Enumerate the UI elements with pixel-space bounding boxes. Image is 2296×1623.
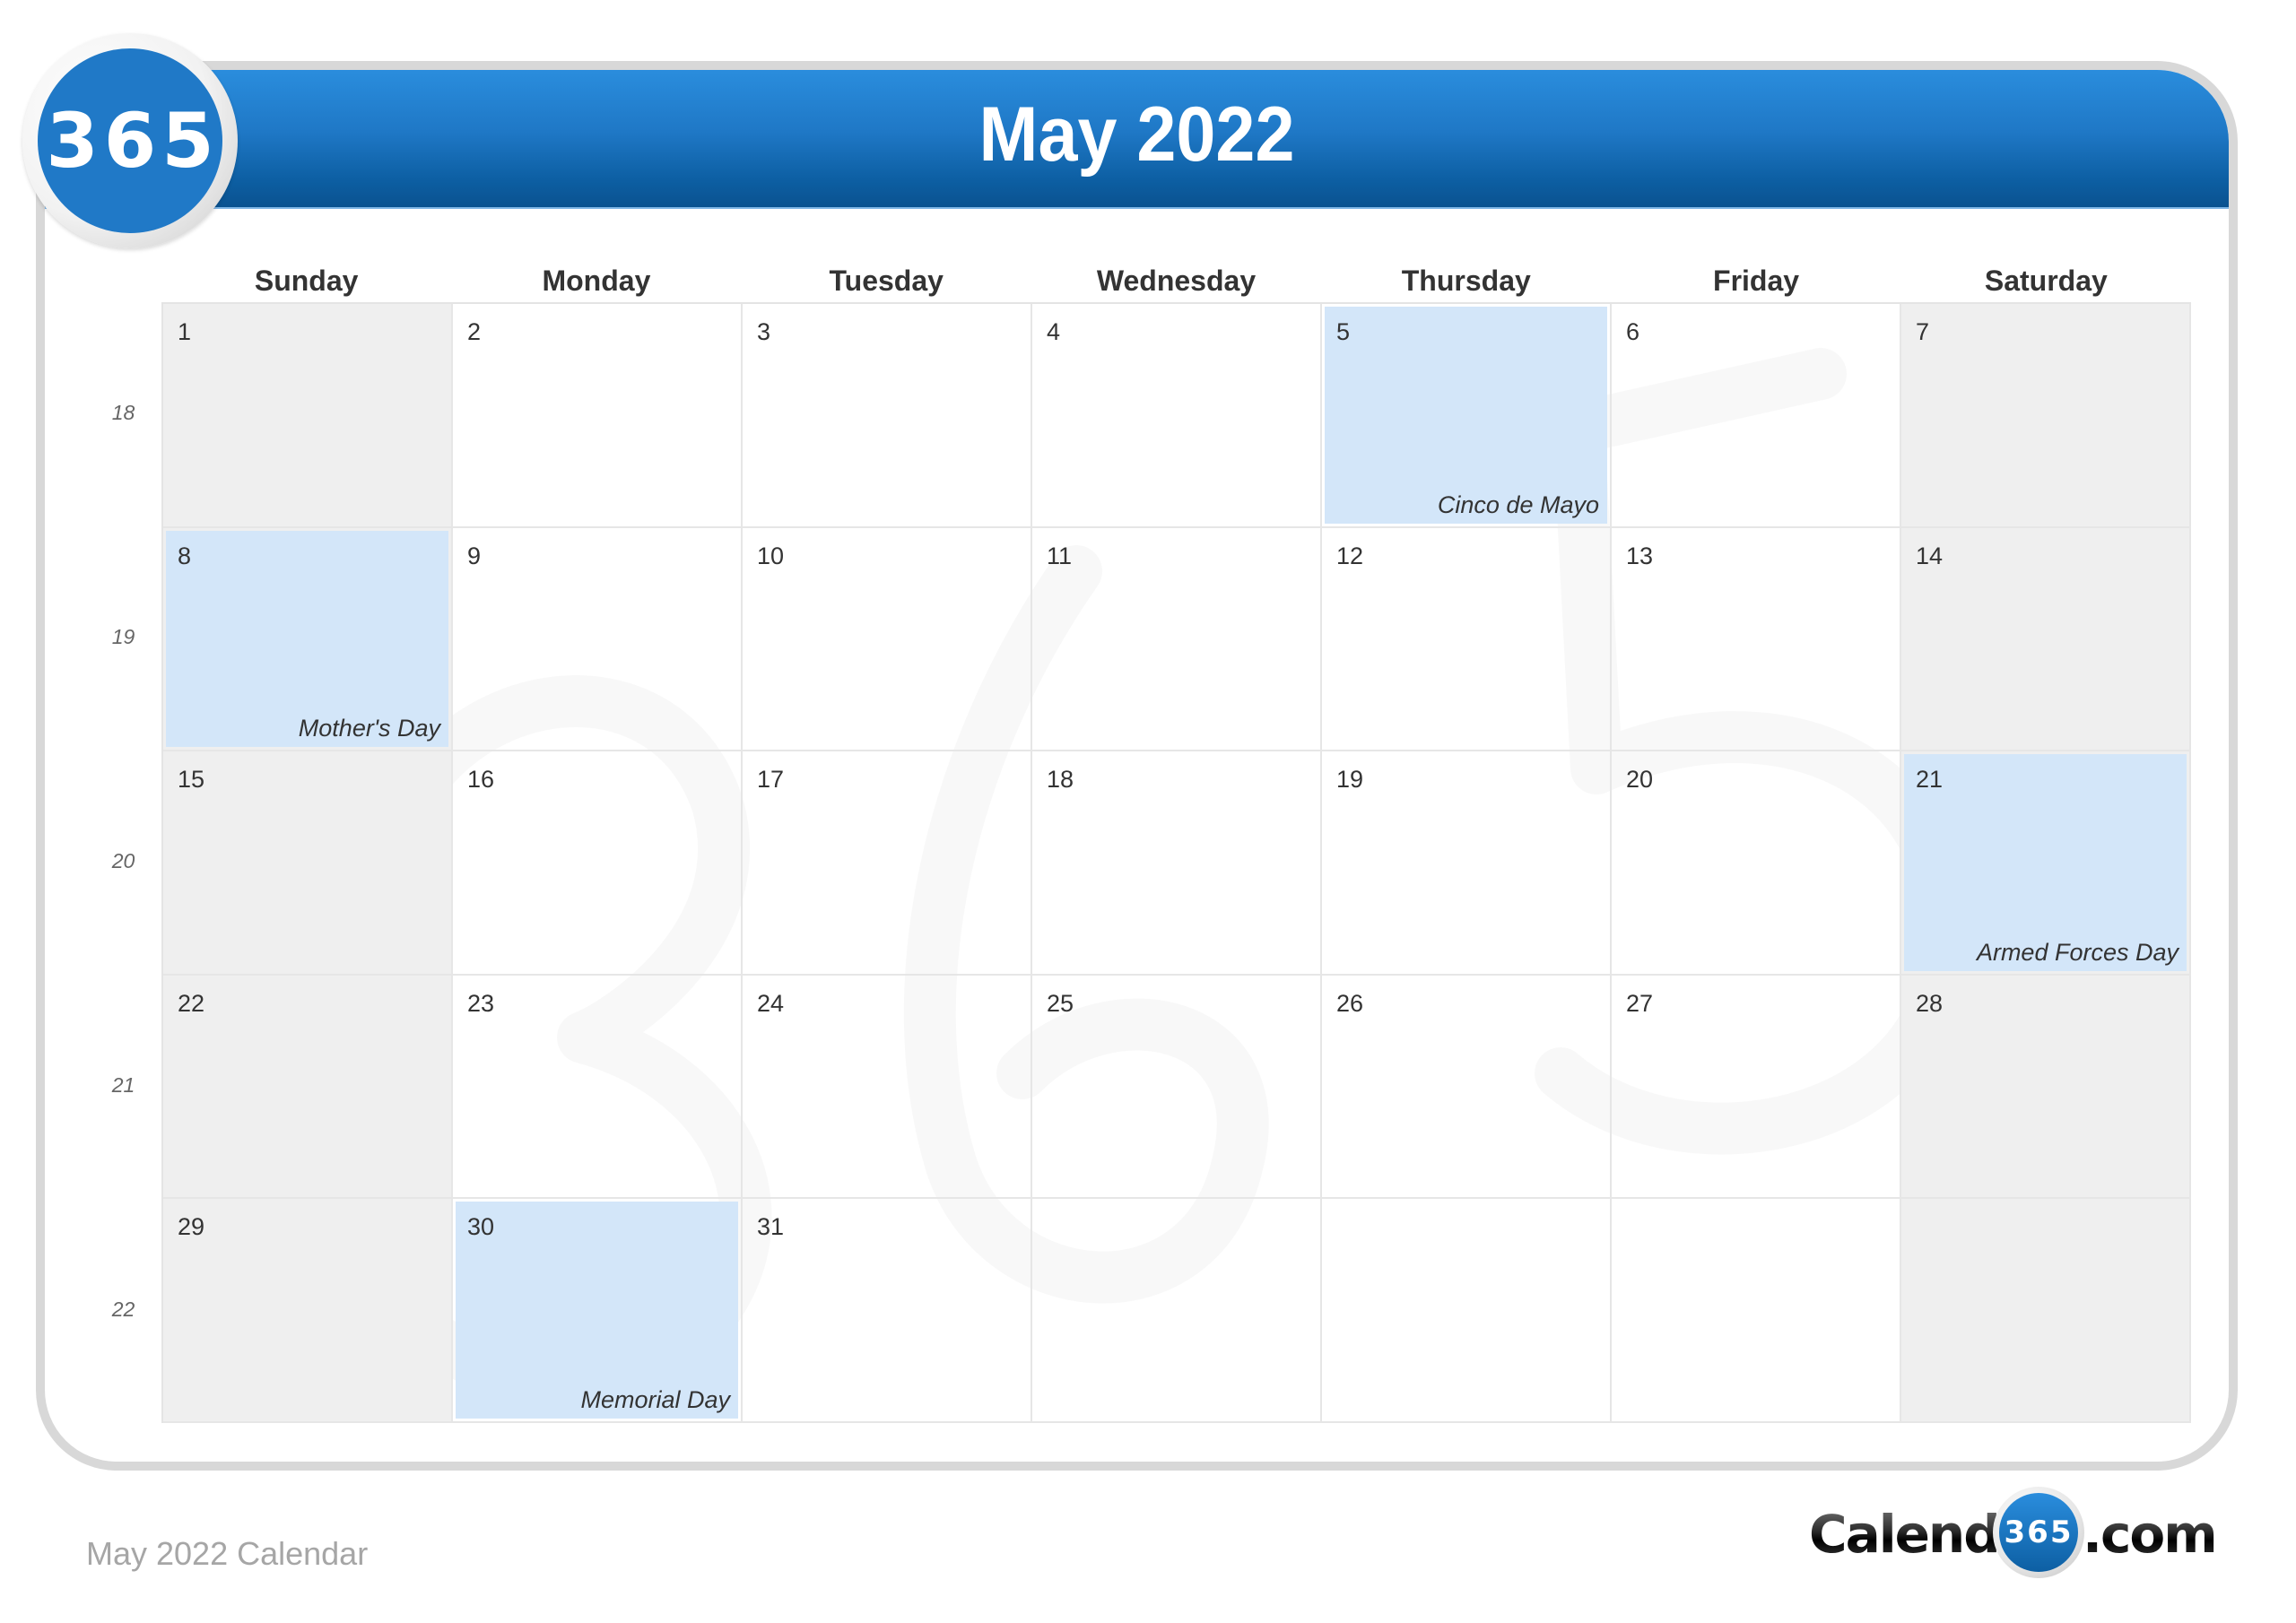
holiday-label: Cinco de Mayo	[1437, 490, 1599, 518]
logo-circle-inner: 365	[1999, 1493, 2078, 1572]
day-number: 29	[178, 1213, 205, 1241]
day-number: 10	[757, 542, 785, 569]
weekday-saturday: Saturday	[1984, 265, 2108, 297]
day-number: 17	[757, 766, 785, 794]
week-number: 22	[111, 1298, 135, 1321]
week-number: 21	[111, 1073, 135, 1097]
day-cell[interactable]: 30 Memorial Day	[453, 1199, 743, 1423]
weekday-sunday: Sunday	[254, 265, 359, 297]
week-number: 20	[111, 849, 135, 872]
day-cell[interactable]: 17	[743, 751, 1032, 976]
day-number: 8	[178, 542, 192, 569]
day-cell[interactable]: 29	[163, 1199, 453, 1423]
calendar-grid: 1 2 3 4 5 Cinco de Mayo 6 7 8 Mother's Day 9 10 11 12…	[161, 302, 2191, 1423]
day-cell[interactable]: 12	[1322, 527, 1612, 752]
day-number: 5	[1336, 318, 1351, 345]
weekday-tuesday: Tuesday	[829, 265, 944, 297]
day-cell[interactable]: 14	[1901, 527, 2191, 752]
day-cell[interactable]: 6	[1612, 304, 1901, 528]
logo-circle-icon: 365	[1993, 1487, 2084, 1578]
day-number: 6	[1626, 318, 1640, 345]
logo-badge-text: 365	[2004, 1515, 2074, 1550]
holiday-label: Memorial Day	[580, 1386, 730, 1413]
logo-text-right: .com	[2083, 1504, 2218, 1565]
holiday-label: Mother's Day	[298, 715, 440, 742]
day-number: 13	[1626, 542, 1654, 569]
weekday-wednesday: Wednesday	[1096, 265, 1257, 297]
day-cell[interactable]: 22	[163, 975, 453, 1200]
day-cell[interactable]: 27	[1612, 975, 1901, 1200]
day-number: 28	[1916, 989, 1944, 1017]
day-cell[interactable]: 3	[743, 304, 1032, 528]
badge-365-logo: 365	[22, 33, 238, 248]
day-cell[interactable]: 21 Armed Forces Day	[1901, 751, 2191, 976]
empty-day-cell	[1612, 1199, 1901, 1423]
day-number: 15	[178, 766, 205, 794]
empty-day-cell	[1032, 1199, 1322, 1423]
day-cell[interactable]: 15	[163, 751, 453, 976]
footer-caption: May 2022 Calendar	[86, 1535, 369, 1572]
day-number: 25	[1047, 989, 1074, 1017]
day-cell[interactable]: 10	[743, 527, 1032, 752]
day-number: 31	[757, 1213, 785, 1241]
week-number: 18	[111, 401, 135, 424]
day-cell[interactable]: 2	[453, 304, 743, 528]
header-band: May 2022	[45, 70, 2229, 209]
day-cell[interactable]: 1	[163, 304, 453, 528]
badge-inner-circle: 365	[38, 48, 222, 233]
day-cell[interactable]: 28	[1901, 975, 2191, 1200]
day-cell[interactable]: 26	[1322, 975, 1612, 1200]
day-number: 16	[467, 766, 495, 794]
day-number: 4	[1047, 318, 1061, 345]
day-number: 1	[178, 318, 192, 345]
day-cell[interactable]: 23	[453, 975, 743, 1200]
day-number: 24	[757, 989, 785, 1017]
holiday-label: Armed Forces Day	[1976, 938, 2179, 966]
day-cell[interactable]: 31	[743, 1199, 1032, 1423]
day-number: 22	[178, 989, 205, 1017]
day-cell[interactable]: 19	[1322, 751, 1612, 976]
day-cell[interactable]: 24	[743, 975, 1032, 1200]
day-cell[interactable]: 4	[1032, 304, 1322, 528]
day-cell[interactable]: 7	[1901, 304, 2191, 528]
calendar-365-logo[interactable]: Calendar- 365 .com	[1809, 1484, 2218, 1583]
badge-text: 365	[46, 97, 220, 185]
calendar-card: May 2022 18 19 20 21 22 Sunday Monday Tu…	[36, 61, 2238, 1471]
day-number: 11	[1047, 542, 1073, 569]
day-number: 27	[1626, 989, 1654, 1017]
week-numbers: 18 19 20 21 22	[90, 302, 157, 1423]
day-cell[interactable]: 25	[1032, 975, 1322, 1200]
day-number: 9	[467, 542, 482, 569]
day-number: 21	[1916, 766, 1944, 794]
week-number: 19	[111, 625, 135, 648]
day-number: 7	[1916, 318, 1930, 345]
day-number: 18	[1047, 766, 1074, 794]
day-cell[interactable]: 9	[453, 527, 743, 752]
day-cell[interactable]: 13	[1612, 527, 1901, 752]
weekday-monday: Monday	[542, 265, 651, 297]
weekday-header-row: Sunday Monday Tuesday Wednesday Thursday…	[161, 260, 2191, 301]
weekday-thursday: Thursday	[1401, 265, 1531, 297]
empty-day-cell	[1322, 1199, 1612, 1423]
day-cell[interactable]: 5 Cinco de Mayo	[1322, 304, 1612, 528]
day-number: 14	[1916, 542, 1944, 569]
day-cell[interactable]: 20	[1612, 751, 1901, 976]
empty-day-cell	[1901, 1199, 2191, 1423]
day-cell[interactable]: 11	[1032, 527, 1322, 752]
day-cell[interactable]: 18	[1032, 751, 1322, 976]
month-title: May 2022	[978, 91, 1295, 178]
day-number: 30	[467, 1213, 495, 1241]
day-number: 2	[467, 318, 482, 345]
day-cell[interactable]: 16	[453, 751, 743, 976]
day-number: 23	[467, 989, 495, 1017]
day-cell[interactable]: 8 Mother's Day	[163, 527, 453, 752]
day-number: 3	[757, 318, 771, 345]
day-number: 12	[1336, 542, 1364, 569]
day-number: 20	[1626, 766, 1654, 794]
day-number: 19	[1336, 766, 1364, 794]
day-number: 26	[1336, 989, 1364, 1017]
weekday-friday: Friday	[1713, 265, 1800, 297]
